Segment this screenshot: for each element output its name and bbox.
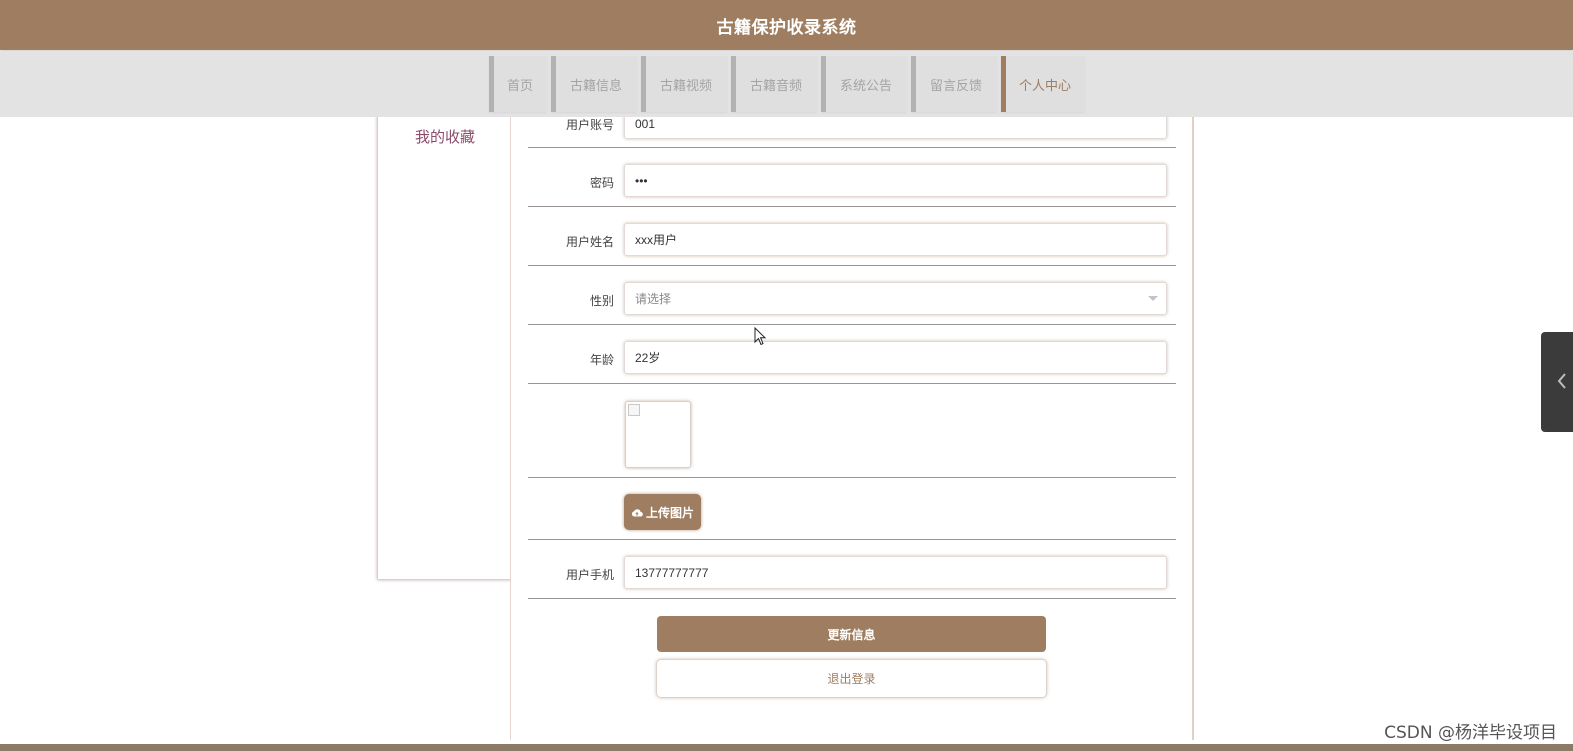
phone-value: 13777777777 bbox=[635, 565, 709, 580]
app-header: 古籍保护收录系统 bbox=[0, 0, 1573, 50]
form-row-name: 用户姓名 xxx用户 bbox=[528, 207, 1176, 266]
page: 古籍保护收录系统 首页 古籍信息 古籍视频 古籍音频 系统公告 留言反馈 个人中… bbox=[0, 0, 1573, 751]
name-input[interactable]: xxx用户 bbox=[624, 223, 1167, 256]
nav-item-announcements[interactable]: 系统公告 bbox=[820, 56, 907, 112]
nav-item-personal-center[interactable]: 个人中心 bbox=[1000, 56, 1085, 112]
age-value: 22岁 bbox=[635, 351, 661, 365]
mouse-cursor-icon bbox=[754, 327, 767, 346]
app-title: 古籍保护收录系统 bbox=[716, 17, 857, 38]
phone-label: 用户手机 bbox=[565, 568, 614, 582]
cloud-upload-icon bbox=[631, 508, 643, 517]
name-label: 用户姓名 bbox=[565, 235, 614, 249]
account-value: 001 bbox=[635, 116, 656, 131]
main-nav: 首页 古籍信息 古籍视频 古籍音频 系统公告 留言反馈 个人中心 bbox=[0, 51, 1573, 117]
password-label: 密码 bbox=[589, 176, 614, 190]
sidebar-item-favorites[interactable]: 我的收藏 bbox=[415, 126, 475, 147]
gender-label: 性别 bbox=[589, 294, 614, 308]
caret-down-icon bbox=[1148, 296, 1158, 301]
chevron-left-icon bbox=[1557, 373, 1566, 389]
watermark: CSDN @杨洋毕设项目 bbox=[1384, 723, 1557, 743]
age-label: 年龄 bbox=[589, 353, 614, 367]
broken-image-icon bbox=[628, 404, 640, 416]
age-input[interactable]: 22岁 bbox=[624, 341, 1167, 374]
sidebar: 我的收藏 bbox=[377, 60, 513, 579]
update-info-button[interactable]: 更新信息 bbox=[657, 616, 1046, 652]
upload-image-button[interactable]: 上传图片 bbox=[624, 494, 701, 530]
form-row-password: 密码 ••• bbox=[528, 148, 1176, 207]
name-value: xxx用户 bbox=[635, 233, 678, 247]
nav-item-feedback[interactable]: 留言反馈 bbox=[910, 56, 997, 112]
footer-strip bbox=[0, 744, 1573, 751]
gender-placeholder: 请选择 bbox=[635, 292, 672, 306]
gender-select[interactable]: 请选择 bbox=[624, 282, 1167, 315]
form-row-gender: 性别 请选择 bbox=[528, 266, 1176, 325]
form-row-age: 年龄 22岁 bbox=[528, 325, 1176, 384]
account-label: 用户账号 bbox=[565, 118, 614, 132]
logout-button[interactable]: 退出登录 bbox=[656, 659, 1047, 698]
avatar-preview bbox=[625, 401, 691, 468]
upload-image-label: 上传图片 bbox=[645, 505, 694, 520]
nav-item-audio[interactable]: 古籍音频 bbox=[730, 56, 817, 112]
password-input[interactable]: ••• bbox=[624, 164, 1167, 197]
form-row-phone: 用户手机 13777777777 bbox=[528, 540, 1176, 599]
side-panel-toggle[interactable] bbox=[1541, 332, 1573, 432]
password-value: ••• bbox=[635, 173, 648, 188]
nav-item-home[interactable]: 首页 bbox=[488, 56, 547, 112]
nav-item-books[interactable]: 古籍信息 bbox=[550, 56, 637, 112]
phone-input[interactable]: 13777777777 bbox=[624, 556, 1167, 589]
nav-item-videos[interactable]: 古籍视频 bbox=[640, 56, 727, 112]
